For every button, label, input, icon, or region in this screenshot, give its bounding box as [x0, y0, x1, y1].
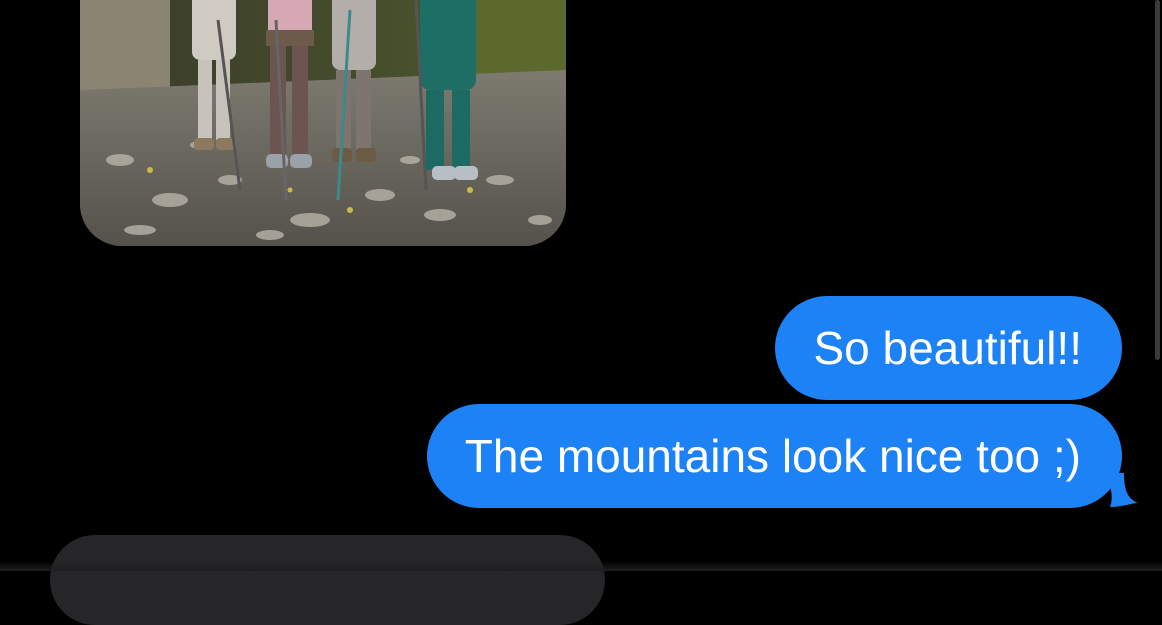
outgoing-message-bubble[interactable]: The mountains look nice too ;): [426, 404, 1122, 508]
composer-edge: [0, 561, 1162, 571]
hiking-photo: [80, 0, 566, 246]
scroll-indicator: [1155, 0, 1160, 360]
photo-attachment[interactable]: [80, 0, 566, 246]
message-thread[interactable]: So beautiful!! The mountains look nice t…: [0, 0, 1162, 625]
message-text: So beautiful!!: [813, 322, 1082, 374]
message-text: The mountains look nice too ;): [464, 430, 1081, 482]
incoming-message-bubble[interactable]: [50, 535, 605, 625]
bubble-tail: [1108, 473, 1138, 507]
outgoing-message-bubble[interactable]: So beautiful!!: [775, 296, 1122, 400]
